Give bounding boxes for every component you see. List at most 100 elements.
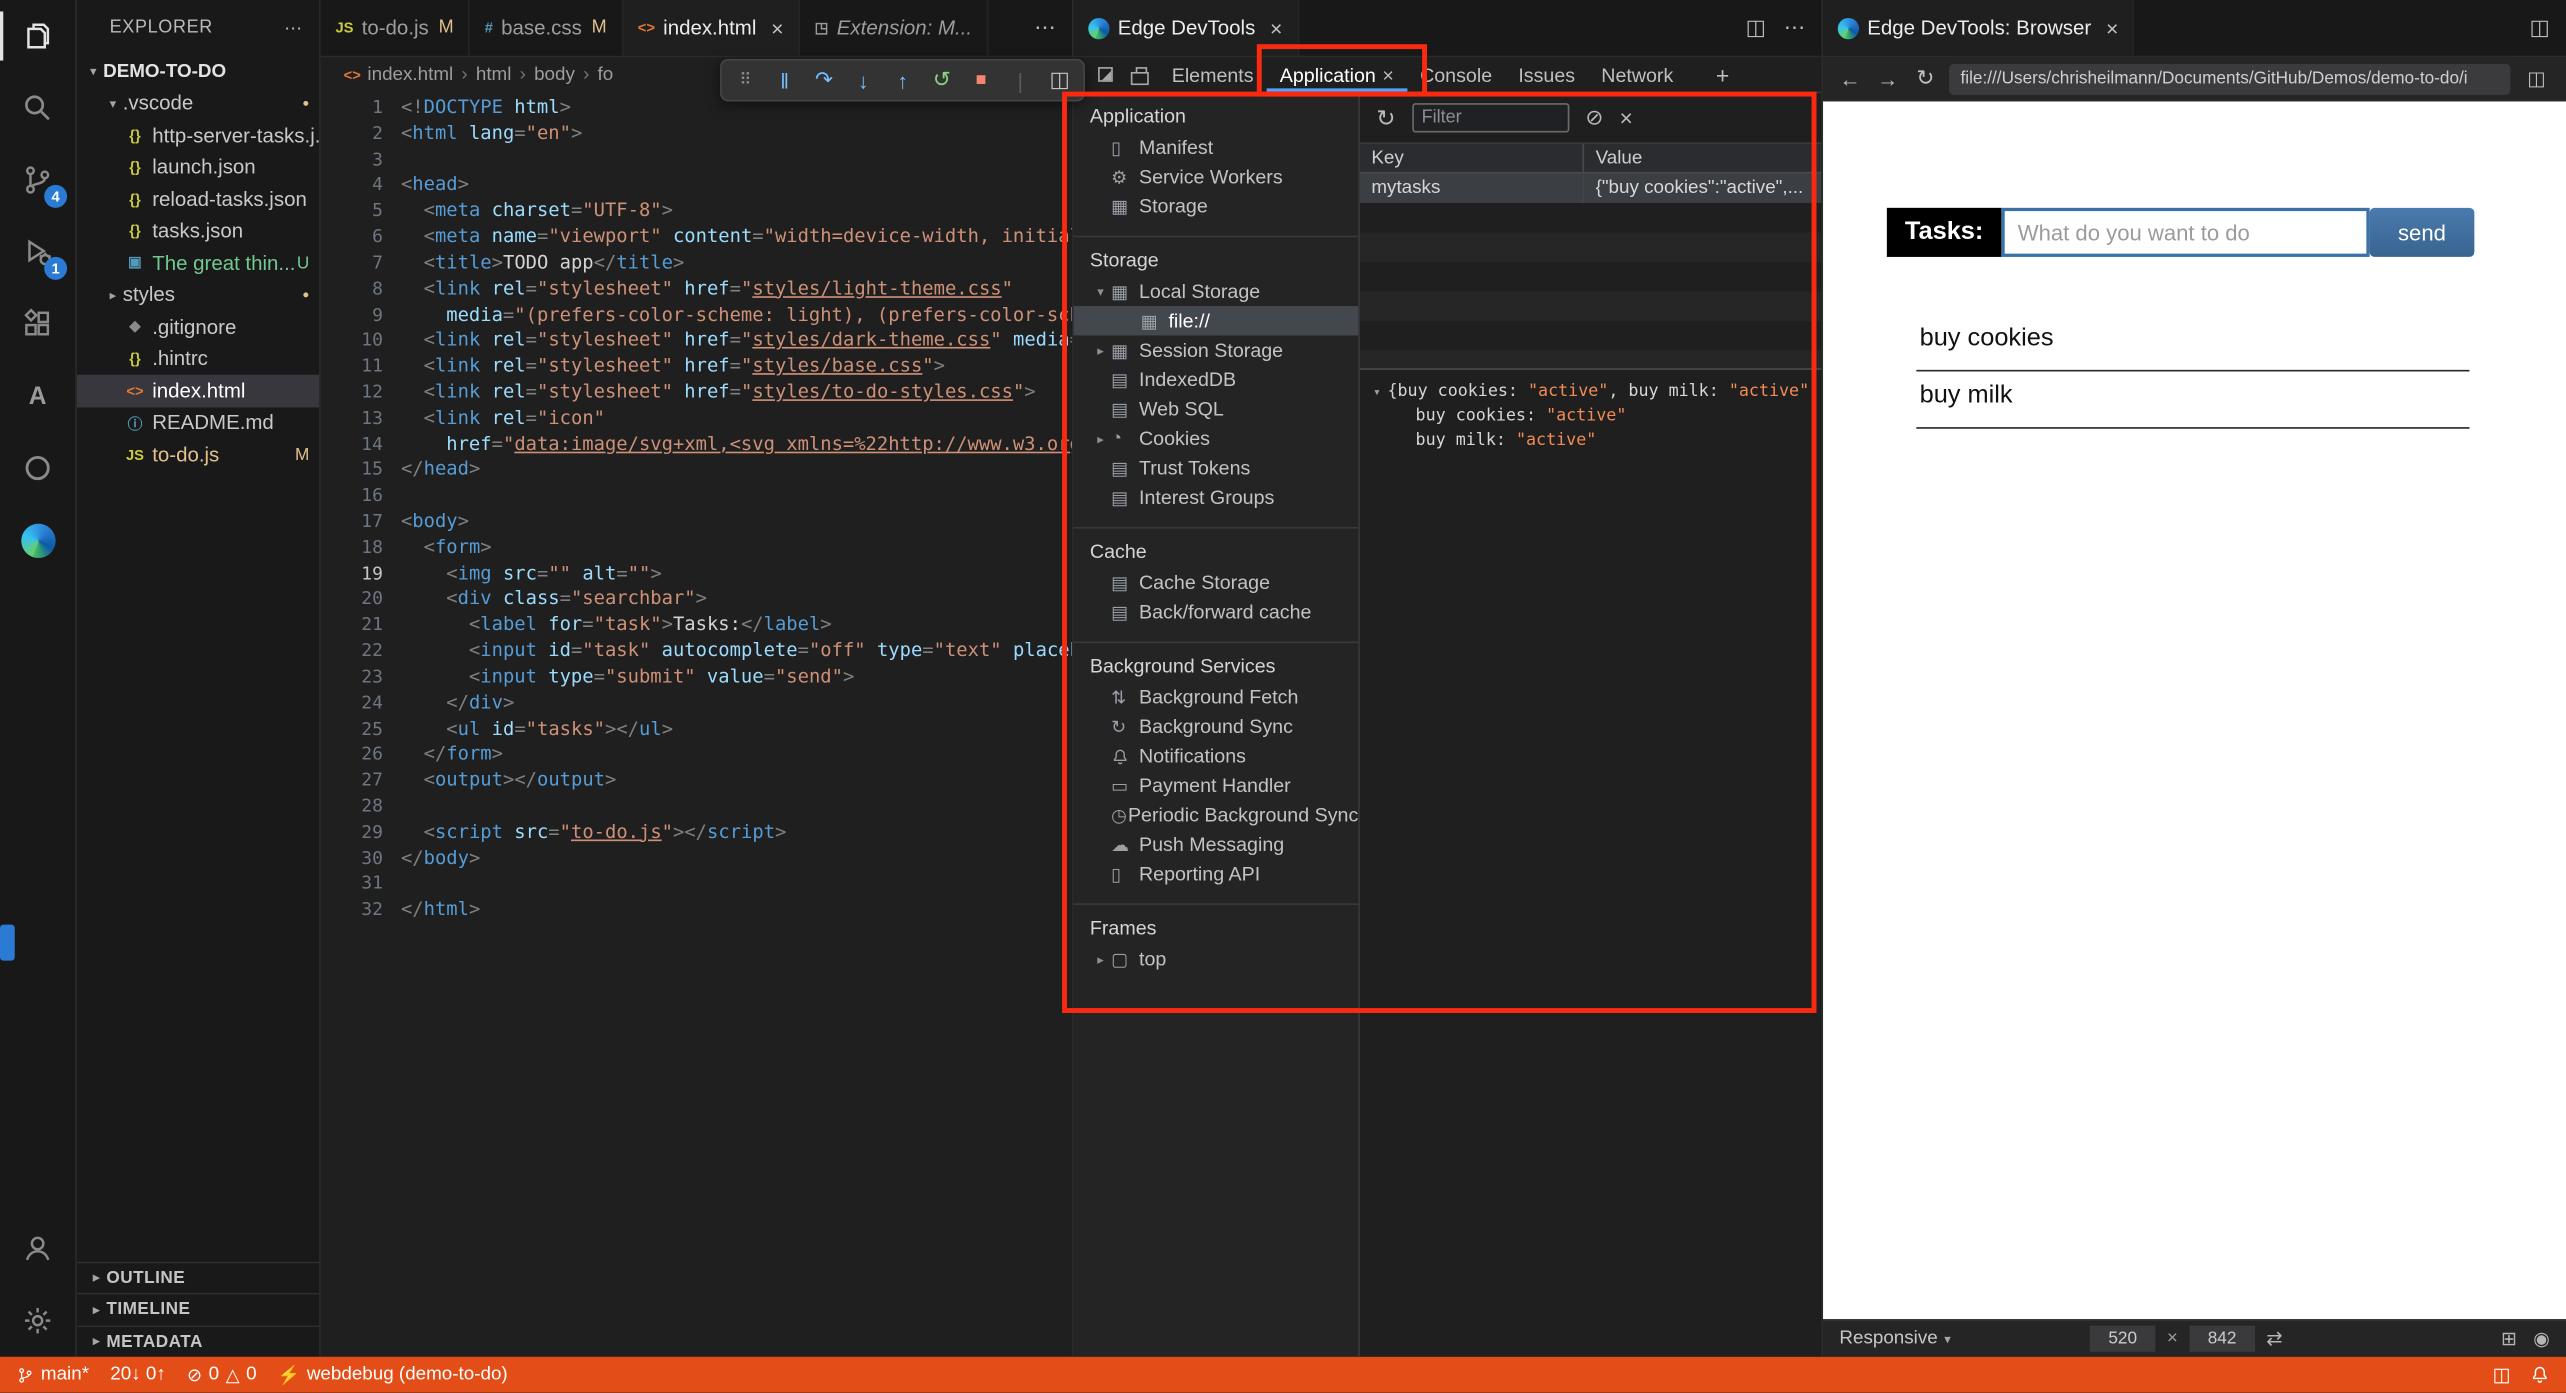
extensions-icon[interactable] (0, 288, 75, 360)
devtools-tab-console[interactable]: Console (1407, 57, 1505, 91)
column-header-key[interactable]: Key (1360, 144, 1585, 172)
devtools-tab-issues[interactable]: Issues (1505, 57, 1588, 91)
editor-tab-index-html[interactable]: <> index.html × (623, 0, 800, 56)
code-line[interactable]: 14 href="data:image/svg+xml,<svg xmlns=%… (321, 431, 1072, 457)
close-icon[interactable]: × (1270, 16, 1282, 41)
code-line[interactable]: 2 <html lang="en"> (321, 121, 1072, 147)
account-icon[interactable] (0, 1213, 75, 1285)
code-line[interactable]: 25 <ul id="tasks"></ul> (321, 716, 1072, 742)
more-actions-icon[interactable]: ⋯ (1784, 15, 1805, 41)
stop-icon[interactable]: ■ (969, 70, 994, 90)
source-control-icon[interactable]: 4 (0, 144, 75, 216)
breadcrumb-item-fo[interactable]: fo (598, 65, 614, 85)
code-line[interactable]: 18 <form> (321, 535, 1072, 561)
explorer-item-tasks-json[interactable]: {} tasks.json (77, 215, 319, 247)
git-branch-item[interactable]: main* (16, 1365, 89, 1384)
reload-icon[interactable]: ↻ (1911, 65, 1939, 91)
code-line[interactable]: 26 </form> (321, 742, 1072, 768)
sidebar-section-metadata[interactable]: ▸ METADATA (76, 1324, 320, 1357)
devtools-nav-item-indexeddb[interactable]: ▤ IndexedDB (1074, 365, 1359, 394)
devtools-tab-elements[interactable]: Elements (1159, 57, 1267, 91)
step-over-icon[interactable]: ↷ (812, 67, 837, 93)
code-line[interactable]: 29 <script src="to-do.js"></script> (321, 819, 1072, 845)
open-in-window-icon[interactable]: ◫ (2520, 67, 2553, 90)
run-debug-icon[interactable]: 1 (0, 216, 75, 288)
devtools-nav-item-local-storage[interactable]: ▾ ▦ Local Storage (1074, 277, 1359, 306)
bell-icon[interactable] (2530, 1365, 2550, 1385)
devtools-nav-item-trust-tokens[interactable]: ▤ Trust Tokens (1074, 453, 1359, 482)
devtools-nav-item-interest-groups[interactable]: ▤ Interest Groups (1074, 483, 1359, 512)
restart-icon[interactable]: ↺ (930, 67, 955, 93)
task-input[interactable] (2001, 207, 2370, 257)
editor-tab-to-do-js[interactable]: JS to-do.js M (320, 0, 470, 56)
editor-tab-base-css[interactable]: # base.css M (469, 0, 624, 56)
breadcrumb-item-index-html[interactable]: <> index.html (344, 65, 454, 85)
device-emulation-icon[interactable] (1123, 57, 1159, 91)
browser-editor-tab[interactable]: Edge DevTools: Browser × (1823, 0, 2135, 56)
search-icon[interactable] (0, 72, 75, 144)
devtools-nav-item-background-fetch[interactable]: ⇅ Background Fetch (1074, 682, 1359, 711)
code-line[interactable]: 4 <head> (321, 173, 1072, 199)
device-mode-select[interactable]: Responsive ▾ (1839, 1329, 1950, 1349)
filter-input[interactable] (1411, 103, 1569, 133)
problems-item[interactable]: ⊘ 0 △ 0 (187, 1364, 257, 1385)
close-icon[interactable]: × (2106, 16, 2118, 41)
explorer-item-styles[interactable]: ▸ styles ● (77, 279, 319, 311)
code-line[interactable]: 31 (321, 871, 1072, 897)
ring-extension-icon[interactable] (0, 432, 75, 504)
rotate-viewport-icon[interactable]: ⇄ (2266, 1327, 2282, 1350)
devtools-tab-network[interactable]: Network (1588, 57, 1686, 91)
eye-icon[interactable]: ◉ (2533, 1327, 2549, 1350)
devtools-nav-item-background-sync[interactable]: ↻ Background Sync (1074, 712, 1359, 741)
devtools-nav-item-payment-handler[interactable]: ▭ Payment Handler (1074, 771, 1359, 800)
delete-selected-icon[interactable]: × (1620, 105, 1633, 131)
devtools-nav-item-cache-storage[interactable]: ▤ Cache Storage (1074, 568, 1359, 597)
storage-preview-summary[interactable]: ▾ {buy cookies: "active", buy milk: "acti… (1373, 380, 1808, 405)
devtools-nav-item-back-forward-cache[interactable]: ▤ Back/forward cache (1074, 597, 1359, 626)
devtools-nav-item-session-storage[interactable]: ▸ ▦ Session Storage (1074, 335, 1359, 364)
close-icon[interactable]: × (771, 16, 783, 41)
send-button[interactable]: send (2369, 207, 2475, 257)
explorer-item-launch-json[interactable]: {} launch.json (77, 151, 319, 183)
refresh-icon[interactable]: ↻ (1376, 104, 1395, 132)
code-editor[interactable]: 1 <!DOCTYPE html> 2 <html lang="en"> 3 4 <head… (321, 93, 1072, 1356)
code-line[interactable]: 13 <link rel="icon" (321, 405, 1072, 431)
devtools-nav-item-storage[interactable]: ▦ Storage (1074, 191, 1359, 220)
code-line[interactable]: 12 <link rel="stylesheet" href="styles/t… (321, 380, 1072, 406)
azure-icon[interactable]: A (0, 360, 75, 432)
editor-tab-extension-m[interactable]: ◳ Extension: M... (799, 0, 989, 56)
code-line[interactable]: 19 <img src="" alt=""> (321, 561, 1072, 587)
screencast-icon[interactable]: ◫ (1047, 67, 1072, 93)
storage-table-row[interactable]: mytasks {"buy cookies":"active",... (1359, 173, 1822, 203)
more-actions-icon[interactable]: ⋯ (284, 17, 303, 39)
code-line[interactable]: 9 media="(prefers-color-scheme: light), … (321, 302, 1072, 328)
code-line[interactable]: 11 <link rel="stylesheet" href="styles/b… (321, 354, 1072, 380)
debug-task-item[interactable]: ⚡ webdebug (demo-to-do) (278, 1364, 508, 1385)
code-line[interactable]: 30 </body> (321, 845, 1072, 871)
code-line[interactable]: 16 (321, 483, 1072, 509)
pause-icon[interactable]: ‖ (772, 68, 797, 93)
url-bar[interactable]: file:///Users/chrisheilmann/Documents/Gi… (1949, 63, 2511, 95)
forward-icon[interactable]: → (1874, 66, 1902, 91)
explorer-item-to-do-js[interactable]: JS to-do.js M (77, 439, 319, 471)
code-line[interactable]: 8 <link rel="stylesheet" href="styles/li… (321, 276, 1072, 302)
explorer-item-reload-tasks-json[interactable]: {} reload-tasks.json (77, 183, 319, 215)
column-header-value[interactable]: Value (1584, 144, 1821, 172)
code-line[interactable]: 22 <input id="task" autocomplete="off" t… (321, 638, 1072, 664)
explorer-item-gitignore[interactable]: ◆ .gitignore (77, 311, 319, 343)
more-actions-icon[interactable]: ⋯ (1034, 15, 1055, 41)
devtools-nav-item-notifications[interactable]: Notifications (1074, 741, 1359, 770)
devtools-nav-item-push-messaging[interactable]: ☁ Push Messaging (1074, 830, 1359, 859)
sidebar-section-timeline[interactable]: ▸ TIMELINE (76, 1292, 320, 1325)
breadcrumb-item-html[interactable]: html (476, 65, 512, 85)
code-line[interactable]: 3 (321, 147, 1072, 173)
explorer-item-the-great-thin[interactable]: ▣ The great thin... U (77, 247, 319, 279)
breadcrumb-item-body[interactable]: body (534, 65, 575, 85)
code-line[interactable]: 6 <meta name="viewport" content="width=d… (321, 224, 1072, 250)
code-line[interactable]: 20 <div class="searchbar"> (321, 587, 1072, 613)
devtools-nav-item-cookies[interactable]: ▸ ◔ Cookies (1074, 424, 1359, 453)
inspect-element-icon[interactable] (1087, 57, 1123, 91)
step-out-icon[interactable]: ↑ (890, 68, 915, 93)
devtools-nav-item-file[interactable]: ▦ file:// (1073, 306, 1359, 336)
devtools-nav-item-reporting-api[interactable]: ▯ Reporting API (1074, 859, 1359, 888)
